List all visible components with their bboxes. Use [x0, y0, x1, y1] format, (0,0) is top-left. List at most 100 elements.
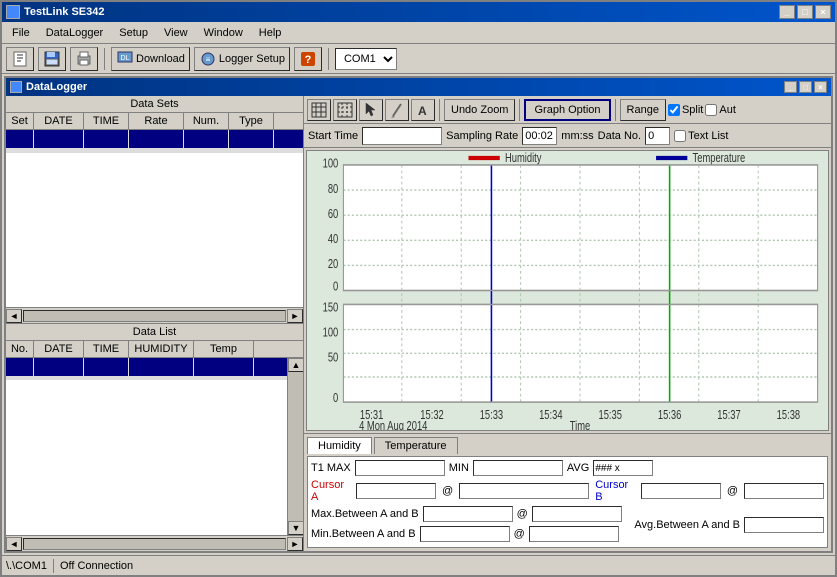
- new-btn[interactable]: [6, 47, 34, 71]
- list-row[interactable]: [6, 358, 287, 377]
- list-scroll-track[interactable]: [23, 538, 286, 550]
- tab-humidity[interactable]: Humidity: [307, 437, 372, 454]
- floppy-icon: [43, 50, 61, 68]
- menu-file[interactable]: File: [6, 25, 36, 41]
- avg-between-input[interactable]: [744, 517, 824, 533]
- list-row[interactable]: [6, 379, 287, 380]
- menu-window[interactable]: Window: [198, 25, 249, 41]
- pencil-icon: [389, 102, 405, 118]
- cursor-b-at: @: [727, 485, 738, 497]
- scroll-left-btn[interactable]: ◄: [6, 309, 22, 323]
- undo-zoom-btn[interactable]: Undo Zoom: [444, 99, 515, 121]
- table-row[interactable]: [6, 152, 303, 153]
- data-list-hscroll: ◄ ►: [6, 535, 303, 551]
- svg-text:100: 100: [323, 158, 339, 172]
- aut-checkbox-label[interactable]: Aut: [705, 104, 736, 116]
- scroll-track[interactable]: [23, 310, 286, 322]
- text-list-checkbox[interactable]: [674, 130, 686, 142]
- max-between-right[interactable]: [532, 506, 622, 522]
- max-between-row: Max.Between A and B @: [311, 506, 622, 522]
- menu-setup[interactable]: Setup: [113, 25, 154, 41]
- save-btn[interactable]: [38, 47, 66, 71]
- minimize-btn[interactable]: _: [779, 5, 795, 19]
- cursor-b-right-value[interactable]: [744, 483, 824, 499]
- inner-content: Data Sets Set DATE TIME Rate Num. Type: [6, 96, 831, 551]
- svg-text:15:36: 15:36: [658, 409, 681, 423]
- sampling-rate-input[interactable]: [522, 127, 557, 145]
- logger-setup-icon: ≡: [199, 50, 217, 68]
- text-list-label[interactable]: Text List: [674, 130, 728, 142]
- sampling-bar: Start Time Sampling Rate mm:ss Data No. …: [304, 124, 831, 148]
- menu-help[interactable]: Help: [253, 25, 288, 41]
- menu-view[interactable]: View: [158, 25, 194, 41]
- list-scroll-right[interactable]: ►: [287, 537, 303, 551]
- inner-maximize-btn[interactable]: □: [799, 81, 812, 93]
- graph-sep-1: [439, 99, 440, 121]
- com-port-select[interactable]: COM1: [335, 48, 397, 70]
- help-icon: ?: [299, 50, 317, 68]
- inner-close-btn[interactable]: ×: [814, 81, 827, 93]
- graph-option-btn[interactable]: Graph Option: [524, 99, 610, 121]
- range-btn[interactable]: Range: [620, 99, 666, 121]
- data-list-vscroll: ▲ ▼: [287, 358, 303, 535]
- data-sets-hscroll: ◄ ►: [6, 307, 303, 323]
- svg-text:4 Mon Aug 2014: 4 Mon Aug 2014: [359, 420, 427, 430]
- t1-max-input[interactable]: [355, 460, 445, 476]
- cursor-a-value[interactable]: [356, 483, 436, 499]
- min-between-value[interactable]: [420, 526, 510, 542]
- svg-text:100: 100: [323, 326, 339, 340]
- print-btn[interactable]: [70, 47, 98, 71]
- list-scroll-down[interactable]: ▼: [288, 521, 303, 535]
- max-between-value[interactable]: [423, 506, 513, 522]
- new-icon: [11, 50, 29, 68]
- cursor-a-right-value[interactable]: [459, 483, 589, 499]
- text-tool-btn[interactable]: A: [411, 99, 435, 121]
- logger-setup-btn[interactable]: ≡ Logger Setup: [194, 47, 290, 71]
- scroll-right-btn[interactable]: ►: [287, 309, 303, 323]
- grid-icon-1: [311, 102, 327, 118]
- data-sets-header: Set DATE TIME Rate Num. Type: [6, 113, 303, 130]
- right-panel: A Undo Zoom Graph Option Range Split Aut: [304, 96, 831, 551]
- pencil-tool-btn[interactable]: [385, 99, 409, 121]
- print-icon: [75, 50, 93, 68]
- split-checkbox-label[interactable]: Split: [668, 104, 703, 116]
- max-between-label: Max.Between A and B: [311, 508, 419, 520]
- svg-text:0: 0: [333, 392, 338, 406]
- svg-text:20: 20: [328, 258, 338, 272]
- data-no-input[interactable]: [645, 127, 670, 145]
- cursor-a-at: @: [442, 485, 453, 497]
- cursor-b-value[interactable]: [641, 483, 721, 499]
- svg-text:40: 40: [328, 233, 338, 247]
- help-btn[interactable]: ?: [294, 47, 322, 71]
- min-between-right[interactable]: [529, 526, 619, 542]
- download-btn[interactable]: DL Download: [111, 47, 190, 71]
- cursor-tool-btn[interactable]: [359, 99, 383, 121]
- split-checkbox[interactable]: [668, 104, 680, 116]
- svg-text:DL: DL: [121, 55, 130, 62]
- aut-checkbox[interactable]: [705, 104, 717, 116]
- close-btn[interactable]: ×: [815, 5, 831, 19]
- col-rate: Rate: [129, 113, 184, 129]
- t1-avg-input[interactable]: [593, 460, 653, 476]
- list-scroll-thumb[interactable]: [288, 372, 303, 521]
- grid-btn-2[interactable]: [333, 99, 357, 121]
- col-date2: DATE: [34, 341, 84, 357]
- start-time-label: Start Time: [308, 130, 358, 142]
- grid-btn-1[interactable]: [307, 99, 331, 121]
- svg-text:80: 80: [328, 183, 338, 197]
- maximize-btn[interactable]: □: [797, 5, 813, 19]
- tab-temperature[interactable]: Temperature: [374, 437, 458, 454]
- min-between-row: Min.Between A and B @: [311, 526, 622, 542]
- min-between-label: Min.Between A and B: [311, 528, 416, 540]
- list-scroll-left[interactable]: ◄: [6, 537, 22, 551]
- svg-text:Humidity: Humidity: [505, 152, 542, 166]
- graph-sep-3: [615, 99, 616, 121]
- table-row[interactable]: [6, 130, 303, 149]
- cursor-a-label: Cursor A: [311, 479, 350, 503]
- t1-min-input[interactable]: [473, 460, 563, 476]
- inner-minimize-btn[interactable]: _: [784, 81, 797, 93]
- list-scroll-up[interactable]: ▲: [288, 358, 303, 372]
- start-time-input[interactable]: [362, 127, 442, 145]
- col-type: Type: [229, 113, 274, 129]
- menu-datalogger[interactable]: DataLogger: [40, 25, 110, 41]
